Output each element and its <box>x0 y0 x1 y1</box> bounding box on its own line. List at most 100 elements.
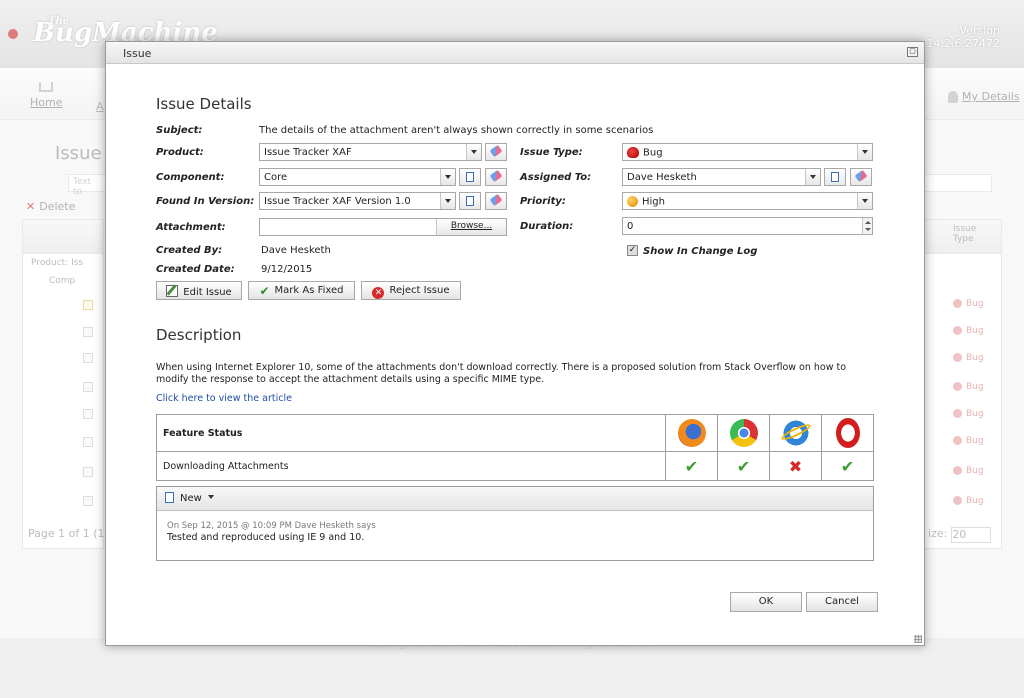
subject-label: Subject: <box>156 125 203 136</box>
dialog-title: Issue <box>106 42 924 64</box>
eraser-icon <box>489 169 503 183</box>
assigned-to-clear-button[interactable] <box>850 168 872 186</box>
comments-toolbar: New <box>157 487 873 511</box>
comment-text: Tested and reproduced using IE 9 and 10. <box>167 532 365 543</box>
eraser-icon <box>489 193 503 207</box>
issue-type-value: Bug <box>643 147 663 159</box>
duration-label: Duration: <box>520 221 574 232</box>
feature-table-header-row: Feature Status <box>156 414 874 452</box>
created-by-label: Created By: <box>156 245 223 256</box>
mark-as-fixed-label: Mark As Fixed <box>274 285 344 296</box>
description-text: When using Internet Explorer 10, some of… <box>156 362 847 385</box>
subject-value: The details of the attachment aren't alw… <box>259 125 654 136</box>
product-clear-button[interactable] <box>485 143 507 161</box>
priority-dropdown-button[interactable] <box>857 193 872 209</box>
chrome-icon <box>729 419 758 447</box>
priority-value: High <box>642 196 665 208</box>
priority-high-icon <box>627 196 638 207</box>
issue-dialog: Issue ▢ Issue Details Subject: The detai… <box>105 41 925 646</box>
new-page-icon <box>466 196 474 206</box>
created-date-label: Created Date: <box>156 264 235 275</box>
cancel-button[interactable]: Cancel <box>806 592 878 612</box>
opera-icon <box>835 418 860 448</box>
component-select[interactable]: Core <box>259 168 456 186</box>
ok-button[interactable]: OK <box>730 592 802 612</box>
product-label: Product: <box>156 147 204 158</box>
new-page-icon <box>165 492 174 503</box>
comment-meta: On Sep 12, 2015 @ 10:09 PM Dave Hesketh … <box>167 521 376 531</box>
found-in-version-select[interactable]: Issue Tracker XAF Version 1.0 <box>259 192 456 210</box>
reject-issue-label: Reject Issue <box>389 285 450 296</box>
assigned-to-new-button[interactable] <box>824 168 846 186</box>
browser-header-cell <box>665 414 718 452</box>
description-heading: Description <box>156 326 242 344</box>
pass-check-icon: ✔ <box>736 456 751 476</box>
feature-name: Downloading Attachments <box>156 451 666 481</box>
edit-issue-button[interactable]: Edit Issue <box>156 281 242 300</box>
found-in-version-value: Issue Tracker XAF Version 1.0 <box>264 196 411 207</box>
attachment-input[interactable]: Browse... <box>259 218 507 236</box>
chevron-down-icon[interactable] <box>207 495 214 499</box>
status-cell: ✔ <box>665 451 718 481</box>
status-cell: ✔ <box>821 451 874 481</box>
browser-header-cell <box>769 414 822 452</box>
status-cell: ✖ <box>769 451 822 481</box>
edit-issue-label: Edit Issue <box>183 287 232 298</box>
component-label: Component: <box>156 172 225 183</box>
product-select[interactable]: Issue Tracker XAF <box>259 143 482 161</box>
priority-label: Priority: <box>520 196 566 207</box>
issue-type-select[interactable]: Bug <box>622 143 873 161</box>
product-dropdown-button[interactable] <box>466 144 481 160</box>
dialog-close-icon[interactable]: ▢ <box>907 47 918 57</box>
reject-icon: ✕ <box>372 287 385 299</box>
eraser-icon <box>854 169 868 183</box>
duration-value: 0 <box>627 221 634 232</box>
found-in-version-new-button[interactable] <box>459 192 481 210</box>
assigned-to-value: Dave Hesketh <box>627 172 697 183</box>
fail-cross-icon: ✖ <box>788 456 803 476</box>
status-cell: ✔ <box>717 451 770 481</box>
bug-icon <box>627 147 639 158</box>
internet-explorer-icon <box>781 419 810 447</box>
duration-spin-buttons[interactable] <box>862 218 872 234</box>
component-new-button[interactable] <box>459 168 481 186</box>
assigned-to-label: Assigned To: <box>520 172 592 183</box>
new-comment-label: New <box>180 493 202 504</box>
priority-select[interactable]: High <box>622 192 873 210</box>
component-clear-button[interactable] <box>485 168 507 186</box>
attachment-label: Attachment: <box>156 222 226 233</box>
found-in-version-dropdown-button[interactable] <box>440 193 455 209</box>
issue-type-dropdown-button[interactable] <box>857 144 872 160</box>
new-comment-button[interactable]: New <box>165 492 214 504</box>
issue-type-label: Issue Type: <box>520 147 583 158</box>
show-in-change-log-checkbox[interactable]: ✓ <box>627 245 638 256</box>
view-article-link[interactable]: Click here to view the article <box>156 393 292 404</box>
table-row: Downloading Attachments ✔ ✔ ✖ ✔ <box>156 451 874 481</box>
assigned-to-select[interactable]: Dave Hesketh <box>622 168 821 186</box>
found-in-version-clear-button[interactable] <box>485 192 507 210</box>
new-page-icon <box>831 172 839 182</box>
show-in-change-log-label: Show In Change Log <box>643 246 758 257</box>
edit-icon <box>166 285 179 297</box>
firefox-icon <box>677 419 706 447</box>
duration-spinner[interactable]: 0 <box>622 217 873 235</box>
pass-check-icon: ✔ <box>684 456 699 476</box>
created-by-value: Dave Hesketh <box>261 245 331 256</box>
created-date-value: 9/12/2015 <box>261 264 313 275</box>
eraser-icon <box>489 144 503 158</box>
reject-issue-button[interactable]: ✕ Reject Issue <box>361 281 461 300</box>
feature-status-header: Feature Status <box>156 414 666 452</box>
browser-header-cell <box>717 414 770 452</box>
issue-details-heading: Issue Details <box>156 95 252 113</box>
browse-button[interactable]: Browse... <box>436 219 506 235</box>
browser-header-cell <box>821 414 874 452</box>
resize-grip-icon[interactable] <box>914 635 922 643</box>
mark-as-fixed-button[interactable]: ✔ Mark As Fixed <box>248 281 355 300</box>
component-dropdown-button[interactable] <box>440 169 455 185</box>
found-in-version-label: Found In Version: <box>156 196 255 207</box>
product-value: Issue Tracker XAF <box>264 147 352 158</box>
assigned-to-dropdown-button[interactable] <box>805 169 820 185</box>
new-page-icon <box>466 172 474 182</box>
comments-panel: New On Sep 12, 2015 @ 10:09 PM Dave Hesk… <box>156 486 874 561</box>
pass-check-icon: ✔ <box>840 456 855 476</box>
